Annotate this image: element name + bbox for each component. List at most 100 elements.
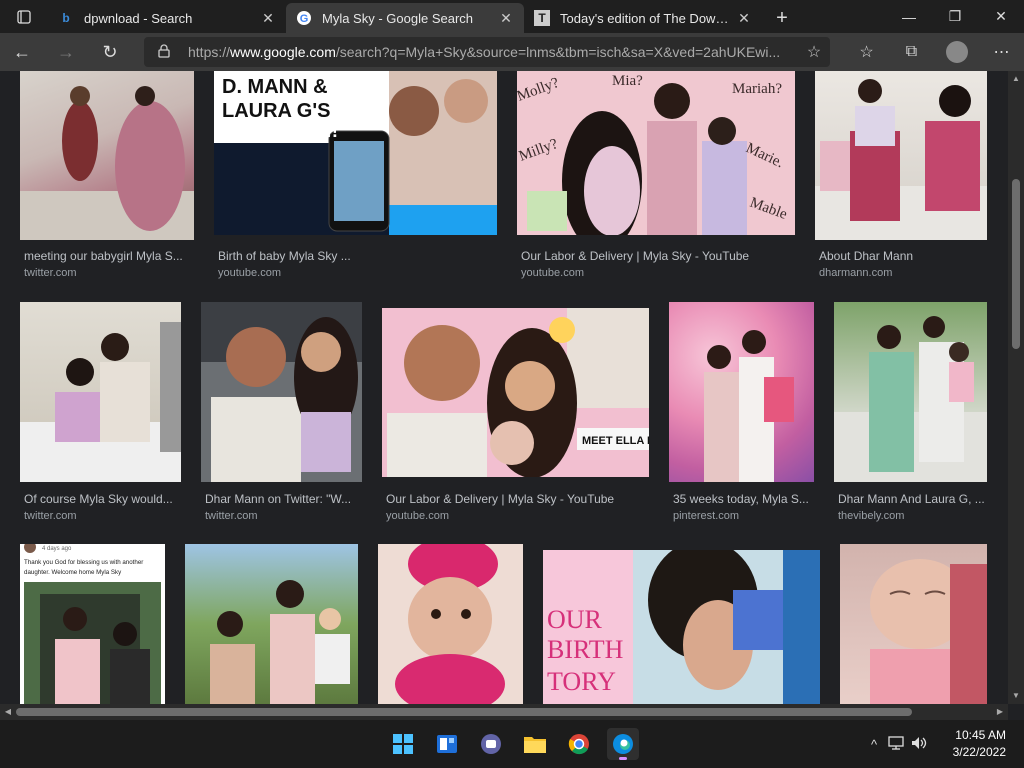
overlay-text: D. MANN &: [222, 76, 328, 98]
restore-button[interactable]: ❐: [932, 0, 978, 33]
start-button[interactable]: [387, 728, 419, 760]
close-tab-icon[interactable]: ✕: [736, 10, 752, 27]
result-tile[interactable]: 4 days ago Thank you God for blessing us…: [20, 544, 165, 704]
profile-button[interactable]: [934, 33, 979, 71]
tab-actions-button[interactable]: [0, 0, 48, 33]
result-image[interactable]: [840, 544, 987, 704]
overlay-text: daughter. Welcome home Myla Sky: [24, 569, 122, 576]
close-tab-icon[interactable]: ✕: [260, 10, 276, 27]
overlay-text: TORY: [547, 667, 616, 696]
collections-button[interactable]: ⧉: [889, 33, 934, 71]
result-tile[interactable]: [378, 544, 523, 704]
scrollbar-thumb[interactable]: [16, 708, 912, 716]
overlay-text: MEET ELLA R: [582, 435, 649, 447]
result-tile[interactable]: meeting our babygirl Myla S... twitter.c…: [20, 71, 194, 279]
result-caption[interactable]: Of course Myla Sky would...: [24, 492, 179, 506]
result-image[interactable]: [185, 544, 358, 704]
scrollbar-thumb[interactable]: [1012, 179, 1020, 349]
result-tile[interactable]: 35 weeks today, Myla S... pinterest.com: [669, 302, 814, 524]
result-tile[interactable]: OUR BIRTH TORY: [543, 550, 820, 704]
result-image[interactable]: D. MANN & LAURA G'S NEW BABY!!: [214, 71, 497, 235]
scroll-up-icon[interactable]: ▲: [1008, 71, 1024, 87]
result-source: thevibely.com: [838, 510, 905, 522]
edge-button[interactable]: [607, 728, 639, 760]
horizontal-scrollbar[interactable]: ◀ ▶: [0, 704, 1008, 720]
widgets-button[interactable]: [431, 728, 463, 760]
overlay-text: OUR: [547, 605, 603, 634]
favorites-button[interactable]: ☆: [844, 33, 889, 71]
result-tile[interactable]: Dhar Mann And Laura G, ... thevibely.com: [834, 302, 987, 524]
volume-icon[interactable]: [908, 736, 930, 753]
result-image[interactable]: MEET ELLA R: [382, 308, 649, 477]
result-source: twitter.com: [24, 510, 77, 522]
window-controls: — ❐ ✕: [886, 0, 1024, 33]
minimize-button[interactable]: —: [886, 0, 932, 33]
result-tile[interactable]: [185, 544, 358, 704]
clock-date: 3/22/2022: [952, 745, 1006, 759]
scroll-left-icon[interactable]: ◀: [0, 704, 16, 720]
active-indicator: [619, 757, 627, 760]
result-caption[interactable]: Birth of baby Myla Sky ...: [218, 249, 488, 263]
result-caption[interactable]: Our Labor & Delivery | Myla Sky - YouTub…: [386, 492, 646, 506]
back-button[interactable]: ←: [0, 33, 44, 71]
url-text: https://www.google.com/search?q=Myla+Sky…: [188, 44, 798, 60]
result-image[interactable]: 4 days ago Thank you God for blessing us…: [20, 544, 165, 704]
result-caption[interactable]: Dhar Mann on Twitter: "W...: [205, 492, 360, 506]
tab-download[interactable]: T Today's edition of The Downloac ✕: [524, 3, 762, 33]
star-list-icon: ☆: [859, 44, 874, 61]
add-favorite-icon[interactable]: ☆: [798, 42, 830, 62]
result-image[interactable]: [20, 71, 194, 240]
forward-button[interactable]: →: [44, 33, 88, 71]
network-icon[interactable]: [884, 735, 908, 753]
result-image[interactable]: [834, 302, 987, 482]
new-tab-button[interactable]: +: [762, 3, 802, 33]
result-tile[interactable]: Dhar Mann on Twitter: "W... twitter.com: [201, 302, 362, 524]
result-caption[interactable]: About Dhar Mann: [819, 249, 984, 263]
result-image[interactable]: [378, 544, 523, 704]
result-tile[interactable]: [840, 544, 987, 704]
chrome-button[interactable]: [563, 728, 595, 760]
folder-icon: [524, 737, 546, 753]
close-tab-icon[interactable]: ✕: [498, 10, 514, 27]
avatar: [945, 41, 968, 63]
file-explorer-button[interactable]: [519, 728, 551, 760]
result-image[interactable]: [201, 302, 362, 482]
result-source: twitter.com: [205, 510, 258, 522]
result-caption[interactable]: meeting our babygirl Myla S...: [24, 249, 194, 263]
settings-menu-button[interactable]: ⋯: [979, 33, 1024, 71]
result-image[interactable]: OUR BIRTH TORY: [543, 550, 820, 704]
result-caption[interactable]: Our Labor & Delivery | Myla Sky - YouTub…: [521, 249, 791, 263]
bing-icon: b: [62, 11, 70, 25]
overlay-text: 4 days ago: [42, 546, 72, 552]
result-image[interactable]: [20, 302, 181, 482]
vertical-scrollbar[interactable]: ▲ ▼: [1008, 71, 1024, 704]
scroll-right-icon[interactable]: ▶: [992, 704, 1008, 720]
result-tile[interactable]: About Dhar Mann dharmann.com: [815, 71, 987, 279]
result-image[interactable]: Molly? Mia? Mariah? Milly? Marie. Mable: [517, 71, 795, 235]
scroll-down-icon[interactable]: ▼: [1008, 688, 1024, 704]
result-caption[interactable]: Dhar Mann And Laura G, ...: [838, 492, 986, 506]
result-image[interactable]: [669, 302, 814, 482]
image-results-grid: meeting our babygirl Myla S... twitter.c…: [0, 71, 1008, 704]
tab-actions-icon: [17, 9, 31, 24]
refresh-button[interactable]: ↻: [88, 33, 132, 71]
refresh-icon: ↻: [102, 41, 118, 62]
result-image[interactable]: [815, 71, 987, 240]
result-tile[interactable]: Of course Myla Sky would... twitter.com: [20, 302, 181, 524]
clock[interactable]: 10:45 AM 3/22/2022: [953, 727, 1006, 761]
address-bar[interactable]: https://www.google.com/search?q=Myla+Sky…: [144, 37, 830, 67]
edge-icon: [613, 734, 633, 754]
tab-google[interactable]: G Myla Sky - Google Search ✕: [286, 3, 524, 33]
result-tile[interactable]: Molly? Mia? Mariah? Milly? Marie. Mable …: [517, 71, 795, 279]
chrome-icon: [568, 734, 589, 755]
tab-bing[interactable]: b dpwnload - Search ✕: [48, 3, 286, 33]
teams-chat-button[interactable]: [475, 728, 507, 760]
chevron-up-icon[interactable]: ^: [864, 737, 884, 752]
overlay-text: BIRTH: [547, 635, 624, 664]
result-tile[interactable]: D. MANN & LAURA G'S NEW BABY!! Birth of …: [214, 71, 497, 279]
overlay-text: LAURA G'S: [222, 100, 330, 122]
close-window-button[interactable]: ✕: [978, 0, 1024, 33]
result-source: twitter.com: [24, 267, 77, 279]
result-caption[interactable]: 35 weeks today, Myla S...: [673, 492, 813, 506]
result-tile[interactable]: MEET ELLA R Our Labor & Delivery | Myla …: [382, 308, 649, 524]
